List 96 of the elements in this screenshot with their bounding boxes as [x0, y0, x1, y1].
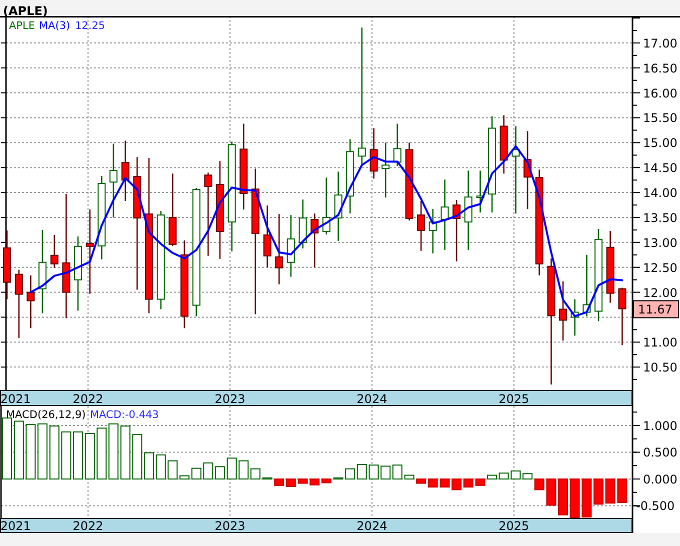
histogram-bar — [463, 478, 474, 488]
price-tag: 11.67 — [633, 300, 679, 318]
axis-label: 15.00 — [643, 136, 678, 150]
candlestick — [570, 299, 579, 336]
year-label: 2025 — [498, 392, 530, 406]
year-label: 2024 — [356, 392, 388, 406]
indicator-value: 12.25 — [75, 20, 106, 32]
histogram-bar — [262, 477, 272, 480]
candlestick — [310, 213, 319, 268]
histogram-bar — [617, 478, 628, 504]
candlestick — [334, 172, 342, 241]
axis-label: -0.500 — [636, 499, 675, 514]
candlestick — [500, 115, 508, 174]
histogram-bar — [26, 424, 36, 480]
candlestick — [393, 124, 402, 166]
histogram-bar — [191, 468, 202, 480]
axis-label: 14.00 — [643, 186, 678, 200]
candlestick — [121, 140, 130, 201]
axis-label: 16.50 — [643, 61, 678, 76]
candlestick — [286, 214, 295, 277]
histogram-bar — [14, 420, 24, 480]
candlestick — [452, 200, 461, 262]
candlestick — [275, 214, 284, 284]
candlestick — [26, 275, 35, 328]
axis-label: 1.000 — [643, 418, 678, 433]
axis-label: 16.00 — [643, 86, 678, 100]
axis-label: 17.00 — [643, 36, 678, 50]
histogram-bar — [558, 478, 568, 516]
axis-label: 13.00 — [643, 236, 678, 250]
histogram-bar — [546, 478, 556, 506]
axis-label: 11.00 — [643, 336, 678, 350]
candlestick — [50, 234, 58, 268]
histogram-bar — [392, 464, 402, 480]
histogram-bar — [203, 462, 214, 480]
axis-label: 14.50 — [643, 161, 678, 176]
histogram-bar — [440, 478, 450, 488]
indicator-label: MA(3) — [39, 20, 70, 32]
year-label: 2022 — [72, 519, 104, 533]
histogram-bar — [37, 423, 48, 480]
histogram-bar — [510, 470, 521, 480]
year-label: 2021 — [0, 392, 31, 406]
histogram-bar — [345, 468, 356, 480]
candlestick — [263, 206, 272, 268]
axis-label: 13.50 — [643, 210, 678, 225]
indicator-value: MACD:-0.443 — [90, 409, 159, 421]
chart-title: (APLE) — [3, 4, 48, 19]
histogram-bar — [214, 466, 225, 480]
histogram-bar — [226, 458, 237, 480]
histogram-bar — [356, 464, 367, 480]
histogram-bar — [570, 478, 580, 518]
axis-label: 12.00 — [643, 286, 678, 300]
axis-label: 0.500 — [643, 446, 678, 460]
histogram-bar — [61, 431, 72, 480]
year-label: 2023 — [214, 519, 246, 533]
candlestick — [417, 201, 426, 251]
axis-label: 15.50 — [643, 111, 678, 126]
histogram-bar — [286, 478, 296, 487]
histogram-bar — [298, 478, 308, 484]
candlestick — [476, 170, 484, 212]
histogram-bar — [594, 478, 604, 505]
histogram-bar — [84, 433, 95, 480]
ticker-label: APLE — [9, 20, 35, 32]
candlestick — [322, 178, 330, 234]
histogram-bar — [380, 466, 391, 480]
histogram-bar — [452, 478, 462, 490]
indicator-label: MACD(26,12,9) — [6, 409, 86, 421]
year-label: 2023 — [214, 392, 246, 406]
year-label: 2024 — [356, 519, 388, 533]
year-label: 2025 — [498, 519, 530, 533]
histogram-bar — [108, 423, 118, 480]
candlestick — [382, 142, 390, 198]
histogram-bar — [368, 464, 379, 480]
candlestick — [440, 180, 449, 250]
histogram-bar — [120, 426, 130, 480]
candlestick — [370, 128, 378, 179]
candlestick — [582, 254, 591, 316]
candlestick — [298, 200, 307, 248]
axis-label: 12.50 — [643, 260, 678, 275]
year-label: 2022 — [72, 392, 104, 406]
year-label: 2021 — [0, 519, 31, 533]
candlestick — [3, 230, 11, 300]
histogram-bar — [582, 478, 592, 518]
axis-label: 0.000 — [643, 472, 678, 486]
histogram-bar — [49, 426, 60, 480]
candlestick — [618, 288, 626, 346]
histogram-bar — [156, 454, 166, 480]
candlestick — [428, 208, 437, 254]
histogram-bar — [333, 477, 344, 480]
candlestick — [14, 270, 23, 338]
axis-label: 10.50 — [643, 360, 678, 375]
histogram-bar — [404, 474, 414, 480]
histogram-bar — [475, 478, 486, 486]
histogram-bar — [96, 428, 107, 480]
histogram-bar — [72, 431, 83, 480]
histogram-bar — [605, 478, 616, 504]
candlestick — [559, 281, 567, 341]
